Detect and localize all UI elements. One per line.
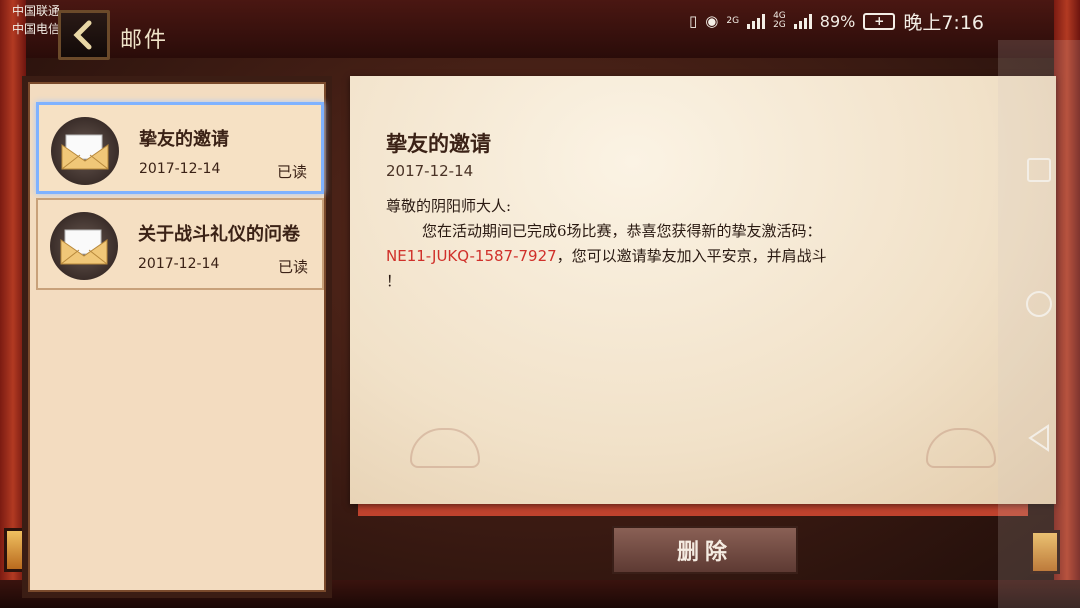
letter-line-3: ！ [386, 272, 402, 290]
mail-item-battle-survey[interactable]: 关于战斗礼仪的问卷 2017-12-14 已读 [36, 198, 324, 290]
letter-panel: 挚友的邀请 2017-12-14 尊敬的阴阳师大人: 您在活动期间已完成6场比赛… [350, 76, 1056, 504]
cloud-decoration [926, 428, 996, 468]
carrier-1: 中国联通 [12, 4, 61, 18]
mail-read-status: 已读 [276, 163, 307, 181]
signal-icon-2 [793, 13, 812, 29]
mail-read-status: 已读 [277, 258, 308, 276]
network-tag-1: 2G [726, 15, 740, 26]
battery-icon: + [863, 12, 896, 30]
delete-button[interactable]: 删除 [612, 526, 798, 574]
mail-date: 2017-12-14 [139, 161, 221, 177]
vibrate-icon: ▯ [689, 12, 698, 30]
clock: 晚上7:16 [903, 11, 984, 34]
envelope-icon [51, 117, 119, 185]
square-recents-icon[interactable] [1023, 154, 1055, 186]
network-tag-2: 4G 2G [773, 11, 786, 30]
carrier-2: 中国电信 [12, 22, 61, 36]
mail-date: 2017-12-14 [138, 256, 220, 272]
letter-title: 挚友的邀请 [386, 131, 491, 156]
mail-title: 关于战斗礼仪的问卷 [138, 224, 300, 245]
system-nav-bar [998, 40, 1080, 608]
envelope-icon [50, 212, 118, 280]
back-arrow-icon [73, 20, 92, 50]
eye-icon: ◉ [705, 12, 719, 30]
invite-code: NE11-JUKQ-1587-7927 [386, 247, 557, 265]
signal-icon [747, 13, 766, 29]
mail-list-panel: 挚友的邀请 2017-12-14 已读 关于战斗礼仪的问卷 2017-12-14… [22, 76, 332, 598]
circle-home-icon[interactable] [1023, 288, 1055, 320]
back-button[interactable] [58, 10, 110, 60]
letter-date: 2017-12-14 [386, 162, 474, 180]
letter-body: 尊敬的阴阳师大人: 您在活动期间已完成6场比赛，恭喜您获得新的挚友激活码： NE… [386, 194, 966, 294]
status-indicators: ▯ ◉ 2G 4G 2G 89% + 晚上7:16 [689, 8, 984, 34]
triangle-back-icon[interactable] [1023, 422, 1055, 454]
mail-item-friend-invite[interactable]: 挚友的邀请 2017-12-14 已读 [36, 102, 324, 194]
letter-line-1: 您在活动期间已完成6场比赛，恭喜您获得新的挚友激活码： [422, 222, 822, 240]
page-title: 邮件 [120, 28, 169, 53]
letter-line-2-text: ，您可以邀请挚友加入平安京，并肩战斗 [556, 247, 827, 265]
battery-percent: 89% [819, 11, 856, 31]
mail-title: 挚友的邀请 [139, 129, 229, 150]
cloud-decoration [410, 428, 480, 468]
letter-line-2: NE11-JUKQ-1587-7927，您可以邀请挚友加入平安京，并肩战斗 [386, 244, 966, 269]
letter-greeting: 尊敬的阴阳师大人: [386, 197, 512, 215]
